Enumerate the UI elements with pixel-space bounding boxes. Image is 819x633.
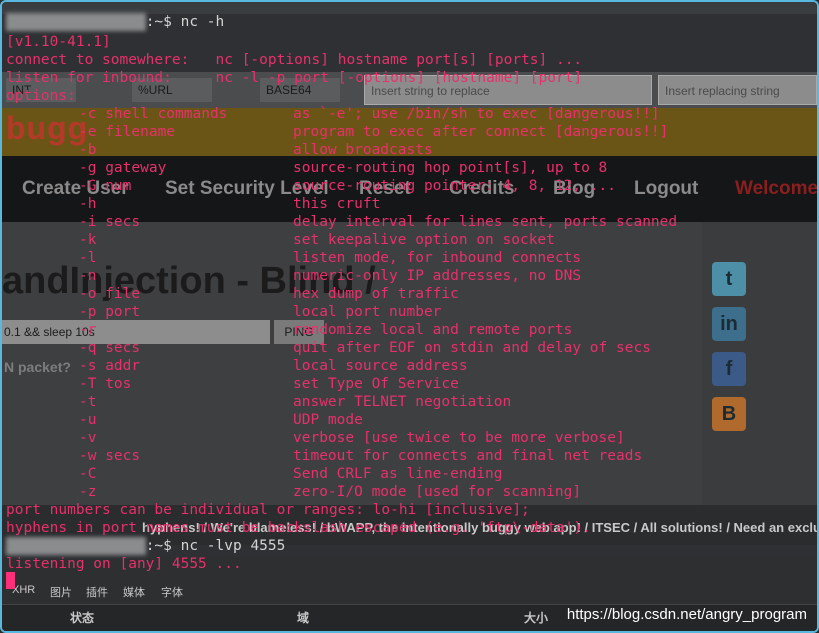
- option-description: local source address: [293, 358, 468, 374]
- option-description: randomize local and remote ports: [293, 322, 573, 338]
- option-flag: -o file: [79, 286, 141, 302]
- option-description: quit after EOF on stdin and delay of sec…: [293, 340, 651, 356]
- option-description: allow broadcasts: [293, 142, 433, 158]
- option-flag: -G num: [79, 178, 132, 194]
- option-flag: -h: [79, 196, 97, 212]
- option-flag: -i secs: [79, 214, 141, 230]
- option-description: delay interval for lines sent, ports sca…: [293, 214, 678, 230]
- option-description: set Type Of Service: [293, 376, 459, 392]
- option-flag: -k: [79, 232, 97, 248]
- prompt-command-1: :~$ nc -h: [145, 14, 225, 30]
- option-description: zero-I/O mode [used for scanning]: [293, 484, 582, 500]
- option-description: hex dump of traffic: [293, 286, 459, 302]
- option-description: source-routing hop point[s], up to 8: [293, 160, 608, 176]
- option-flag: -r: [79, 322, 97, 338]
- option-description: verbose [use twice to be more verbose]: [293, 430, 625, 446]
- option-flag: -l: [79, 250, 97, 266]
- option-flag: -c shell commands: [79, 106, 228, 122]
- option-flag: -e filename: [79, 124, 176, 140]
- terminal-cursor: [6, 572, 15, 589]
- option-description: this cruft: [293, 196, 381, 212]
- option-flag: -g gateway: [79, 160, 167, 176]
- option-description: UDP mode: [293, 412, 363, 428]
- prompt-command-2: :~$ nc -lvp 4555: [145, 538, 286, 554]
- prompt-line-2: xxxxxxxxxxxxxxxx:~$ nc -lvp 4555: [6, 537, 285, 555]
- usage-connect-line: connect to somewhere: nc [-options] host…: [6, 52, 583, 68]
- option-description: listen mode, for inbound connects: [293, 250, 582, 266]
- listening-line: listening on [any] 4555 ...: [6, 556, 242, 572]
- terminal-window[interactable]: INT %URL BASE64 Insert string to replace…: [0, 0, 819, 633]
- option-description: program to exec after connect [dangerous…: [293, 124, 669, 140]
- option-flag: -T tos: [79, 376, 132, 392]
- option-flag: -t: [79, 394, 97, 410]
- option-flag: -p port: [79, 304, 141, 320]
- option-flag: -w secs: [79, 448, 141, 464]
- option-flag: -u: [79, 412, 97, 428]
- option-description: Send CRLF as line-ending: [293, 466, 503, 482]
- option-flag: -q secs: [79, 340, 141, 356]
- option-description: answer TELNET negotiation: [293, 394, 512, 410]
- option-description: timeout for connects and final net reads: [293, 448, 643, 464]
- watermark-text: https://blog.csdn.net/angry_program: [566, 606, 807, 623]
- option-flag: -C: [79, 466, 97, 482]
- option-flag: -z: [79, 484, 97, 500]
- option-description: local port number: [293, 304, 442, 320]
- footer-line-2: hyphens in port names must be backslash …: [6, 520, 591, 536]
- prompt-line-1: xxxxxxxxxxxxxxxx:~$ nc -h: [6, 13, 224, 31]
- option-description: numeric-only IP addresses, no DNS: [293, 268, 582, 284]
- terminal-output[interactable]: xxxxxxxxxxxxxxxx:~$ nc -h [v1.10-41.1] c…: [2, 2, 817, 631]
- option-flag: -s addr: [79, 358, 141, 374]
- option-description: source-routing pointer: 4, 8, 12, ...: [293, 178, 617, 194]
- redacted-hostname: xxxxxxxxxxxxxxxx: [6, 13, 146, 31]
- option-flag: -v: [79, 430, 97, 446]
- option-flag: -b: [79, 142, 97, 158]
- usage-listen-line: listen for inbound: nc -l -p port [-opti…: [6, 70, 583, 86]
- redacted-hostname: xxxxxxxxxxxxxxxx: [6, 537, 146, 555]
- option-description: set keepalive option on socket: [293, 232, 555, 248]
- options-label: options:: [6, 88, 76, 104]
- footer-line-1: port numbers can be individual or ranges…: [6, 502, 530, 518]
- version-line: [v1.10-41.1]: [6, 34, 111, 50]
- option-flag: -n: [79, 268, 97, 284]
- option-description: as `-e'; use /bin/sh to exec [dangerous!…: [293, 106, 660, 122]
